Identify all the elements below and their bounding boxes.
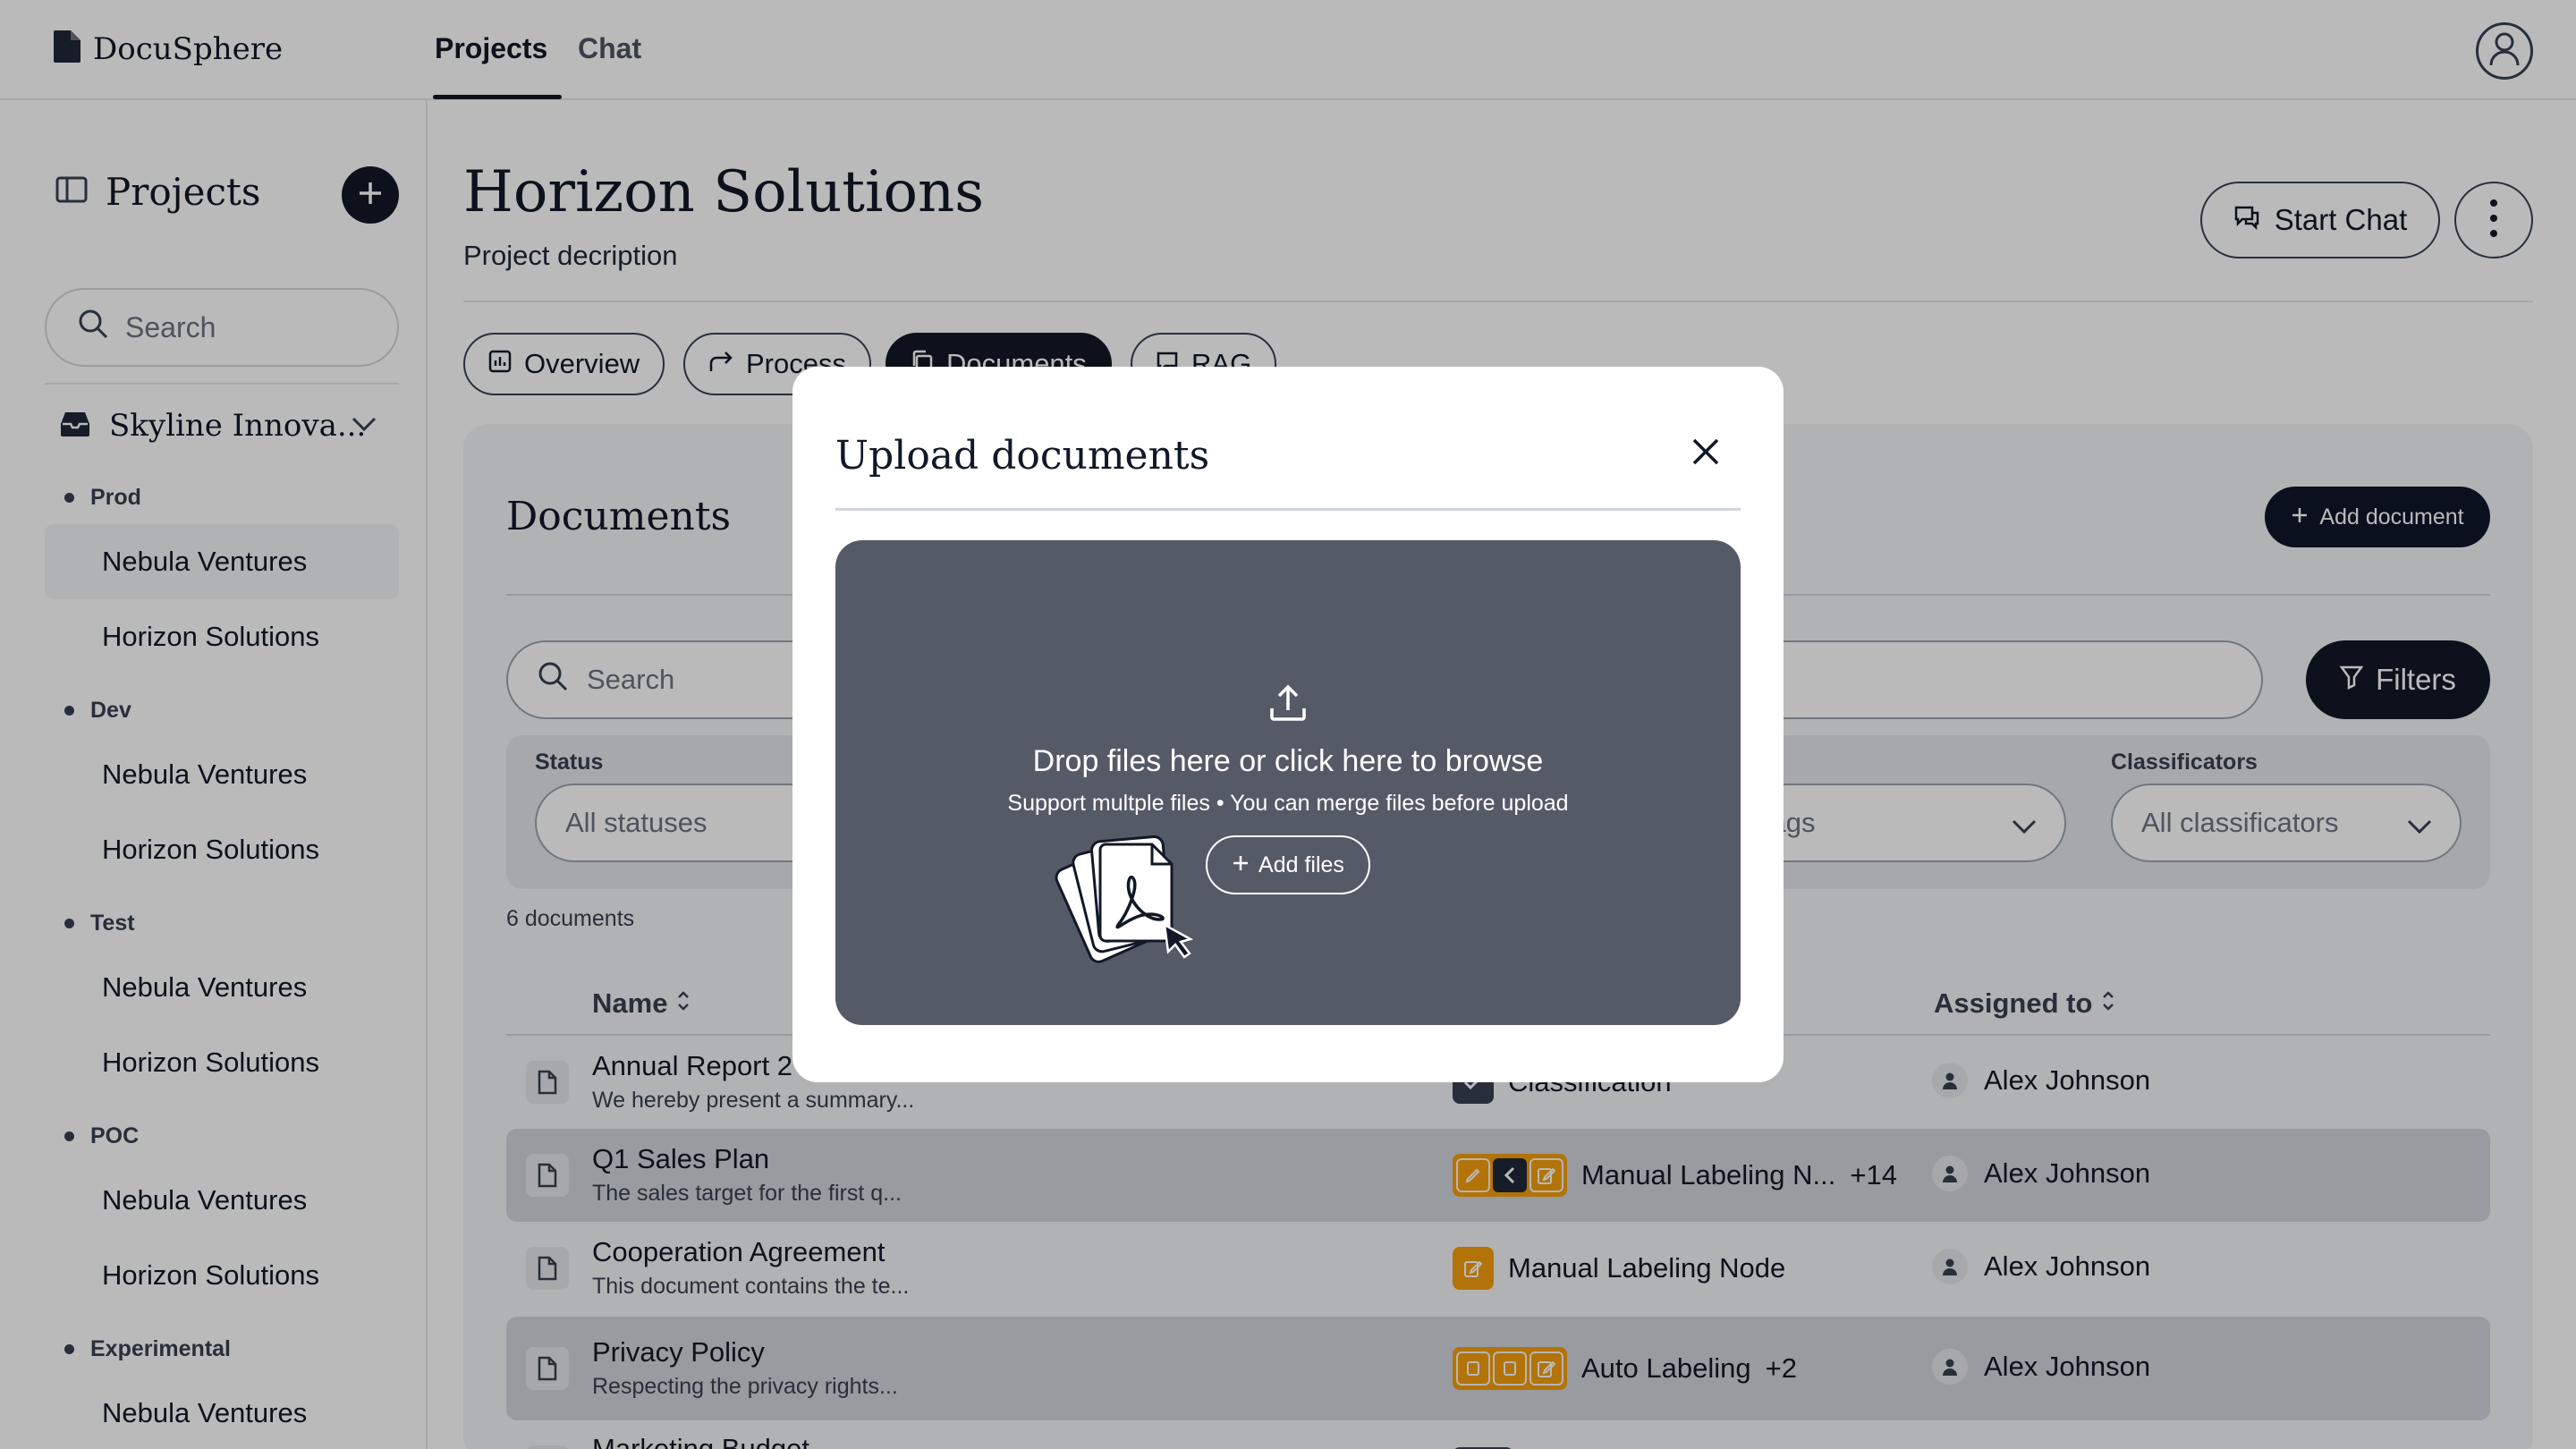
plus-icon (1232, 852, 1250, 878)
dropzone-title: Drop files here or click here to browse (1032, 744, 1544, 778)
close-button[interactable] (1682, 429, 1730, 478)
add-files-button[interactable]: Add files (1206, 835, 1370, 894)
modal-title: Upload documents (835, 433, 1210, 479)
upload-icon (1267, 682, 1309, 724)
pdf-files-illustration-icon (1048, 825, 1209, 977)
add-files-label: Add files (1258, 852, 1344, 877)
modal-divider (835, 508, 1741, 511)
close-icon (1690, 436, 1721, 471)
upload-modal: Upload documents Drop files here or clic… (792, 367, 1784, 1082)
dropzone-subtitle: Support multple files • You can merge fi… (1007, 791, 1569, 816)
file-dropzone[interactable]: Drop files here or click here to browse … (835, 540, 1741, 1025)
